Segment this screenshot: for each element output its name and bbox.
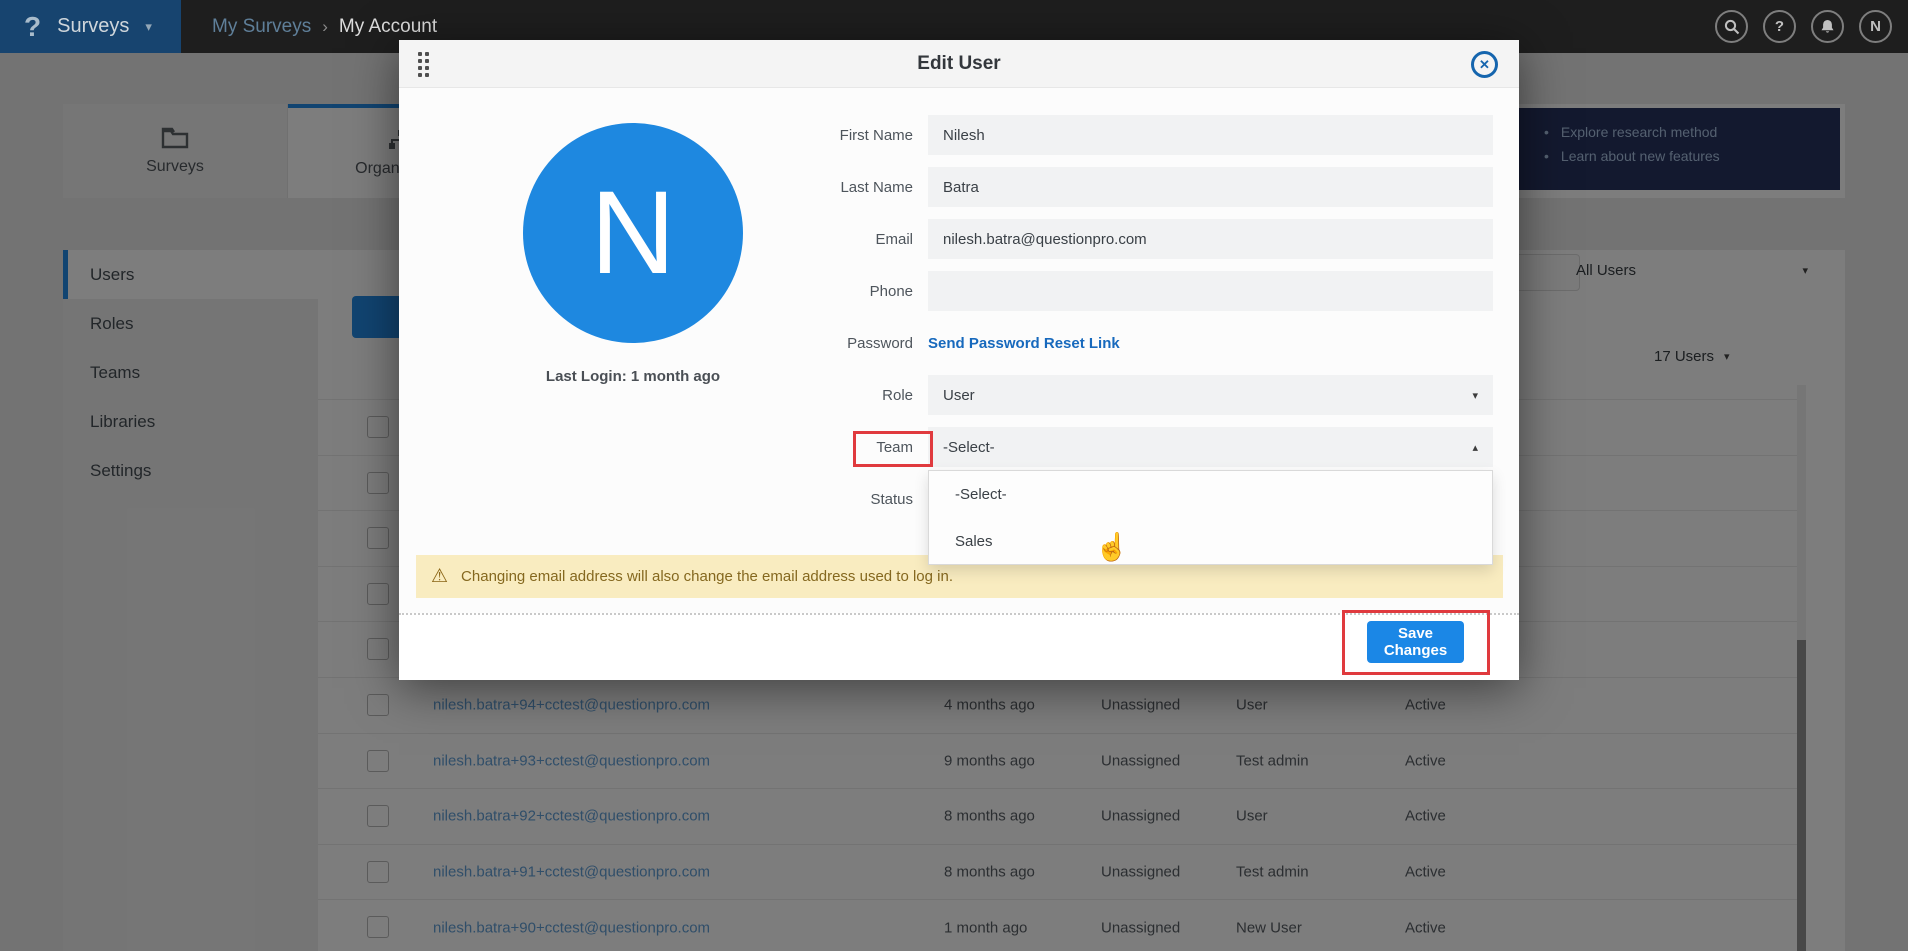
email-label: Email [768,231,913,248]
last-name-label: Last Name [768,179,913,196]
product-menu[interactable]: ? Surveys ▾ [0,0,181,53]
annotation-box-save [1342,610,1490,675]
product-menu-label: Surveys [57,15,129,38]
first-name-label: First Name [768,127,913,144]
team-dropdown-option[interactable]: -Select- [929,471,1492,518]
phone-row: Phone [768,271,1498,311]
modal-header: Edit User ✕ [399,40,1519,88]
send-password-reset-link[interactable]: Send Password Reset Link [928,335,1120,352]
breadcrumb-current: My Account [339,16,437,38]
email-row: Email nilesh.batra@questionpro.com [768,219,1498,259]
topbar-icons: ? N [1715,10,1892,43]
modal-title: Edit User [917,53,1000,75]
search-icon [1724,19,1740,35]
role-label: Role [768,387,913,404]
drag-handle-icon[interactable] [418,52,429,77]
help-icon: ? [1775,18,1784,35]
chevron-down-icon: ▾ [1472,389,1478,402]
phone-field[interactable] [928,271,1493,311]
first-name-field[interactable]: Nilesh [928,115,1493,155]
annotation-box-team [853,431,933,467]
status-label: Status [768,491,913,508]
email-field[interactable]: nilesh.batra@questionpro.com [928,219,1493,259]
search-button[interactable] [1715,10,1748,43]
password-row: Password Send Password Reset Link [768,323,1498,363]
bell-icon [1820,19,1835,35]
help-button[interactable]: ? [1763,10,1796,43]
last-name-row: Last Name Batra [768,167,1498,207]
notifications-button[interactable] [1811,10,1844,43]
edit-user-form: First Name Nilesh Last Name Batra Email … [768,115,1498,531]
password-label: Password [768,335,913,352]
questionpro-logo: ? [24,13,41,41]
team-value: -Select- [943,439,995,456]
edit-user-modal: Edit User ✕ N Last Login: 1 month ago Fi… [399,40,1519,680]
breadcrumb-separator: › [322,17,328,37]
team-dropdown-menu: -Select- Sales [928,470,1493,565]
avatar-letter: N [590,165,675,301]
avatar-initial: N [1870,18,1881,35]
first-name-row: First Name Nilesh [768,115,1498,155]
team-select[interactable]: -Select- ▴ [928,427,1493,467]
account-avatar-button[interactable]: N [1859,10,1892,43]
close-icon[interactable]: ✕ [1471,51,1498,78]
screen: Surveys Organization • Explore research … [0,0,1908,951]
chevron-up-icon: ▴ [1472,441,1478,454]
last-name-field[interactable]: Batra [928,167,1493,207]
team-dropdown-option[interactable]: Sales [929,518,1492,565]
user-avatar: N [523,123,743,343]
phone-label: Phone [768,283,913,300]
mouse-cursor-icon: ☝ [1095,531,1129,563]
warning-icon: ⚠ [431,565,448,588]
chevron-down-icon: ▾ [145,19,152,35]
last-login-text: Last Login: 1 month ago [463,368,803,385]
role-value: User [943,387,975,404]
breadcrumb-my-surveys[interactable]: My Surveys [212,16,311,38]
warning-text: Changing email address will also change … [461,568,953,585]
role-select[interactable]: User ▾ [928,375,1493,415]
role-row: Role User ▾ [768,375,1498,415]
